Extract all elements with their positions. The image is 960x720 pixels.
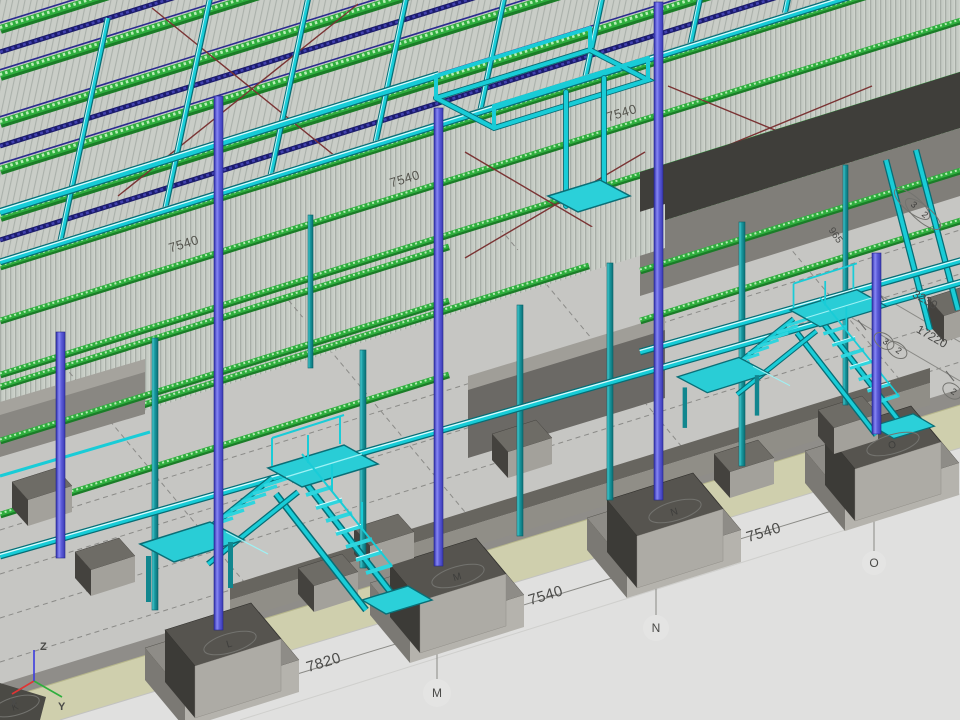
grid-bubble-label: N (652, 621, 661, 635)
model-canvas[interactable]: 7540 7540 7540 7820 7540 7540 3230 17220… (0, 0, 960, 720)
x-axis-label: X (10, 697, 18, 709)
z-axis-label: Z (40, 641, 47, 653)
grid-bubble-label: M (432, 686, 442, 700)
grid-bubble-label: O (869, 556, 878, 570)
y-axis-label: Y (58, 701, 66, 713)
cad-3d-viewport[interactable]: 7540 7540 7540 7820 7540 7540 3230 17220… (0, 0, 960, 720)
